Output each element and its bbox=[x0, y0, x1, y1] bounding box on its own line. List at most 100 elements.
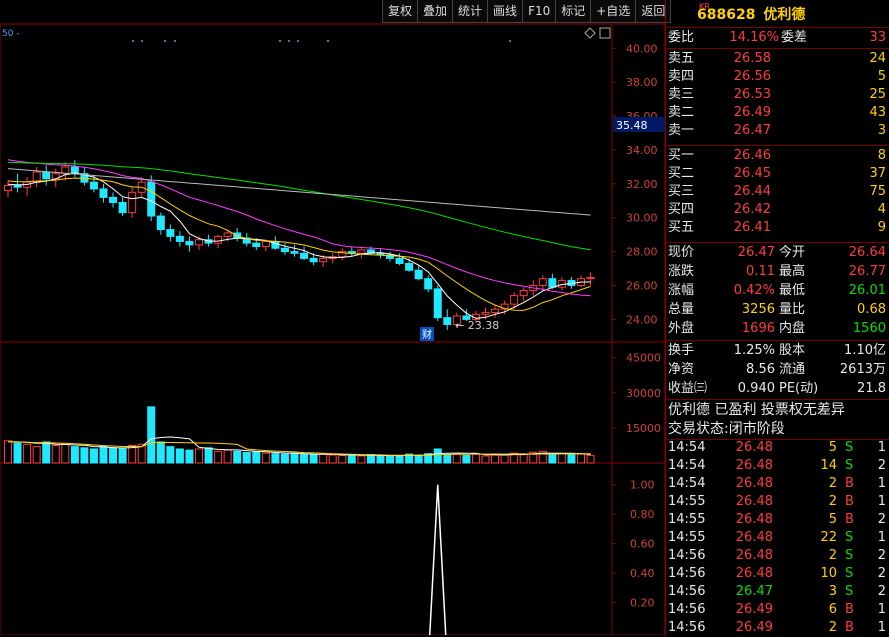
candle-51 bbox=[491, 308, 500, 314]
stats-label: 总量 bbox=[668, 302, 695, 317]
buy-row-2: 买三 26.44 75 bbox=[665, 183, 889, 201]
diamond-icon[interactable] bbox=[584, 27, 596, 39]
tick-row-5: 14:55 26.48 22 S 1 bbox=[665, 529, 889, 547]
tick-count: 1 bbox=[877, 440, 886, 455]
candle-19 bbox=[185, 240, 194, 246]
tick-volume: 22 bbox=[820, 530, 837, 545]
tick-time: 14:56 bbox=[668, 566, 706, 581]
sell-volume: 5 bbox=[877, 69, 886, 84]
candle-1 bbox=[13, 185, 22, 188]
volume-bar-15 bbox=[147, 406, 156, 464]
sell-row-1: 卖四 26.56 5 bbox=[665, 68, 889, 86]
candle-31 bbox=[300, 252, 309, 259]
sep-buy bbox=[665, 242, 889, 243]
volume-bar-12 bbox=[118, 448, 127, 464]
toolbar-button-5[interactable]: 标记 bbox=[555, 0, 592, 23]
stats-value: 0.11 bbox=[746, 264, 775, 279]
tick-row-0: 14:54 26.48 5 S 1 bbox=[665, 439, 889, 457]
top-marker-0 bbox=[132, 40, 134, 42]
candle-13 bbox=[128, 191, 137, 214]
tick-volume: 14 bbox=[820, 458, 837, 473]
buy-label: 买一 bbox=[668, 148, 695, 163]
candle-0 bbox=[4, 185, 12, 192]
indicator-spike-line bbox=[429, 484, 447, 635]
volume-bar-22 bbox=[214, 450, 223, 464]
price-tick-label-5: 30.00 bbox=[626, 212, 658, 225]
candle-22 bbox=[214, 235, 223, 244]
tick-volume: 10 bbox=[820, 566, 837, 581]
toolbar-button-4[interactable]: F10 bbox=[522, 0, 557, 23]
tick-price: 26.48 bbox=[735, 512, 773, 527]
volume-bar-29 bbox=[280, 453, 289, 464]
stats-label-2: 内盘 bbox=[779, 321, 806, 336]
tick-side: S bbox=[845, 548, 854, 563]
candle-27 bbox=[261, 240, 270, 248]
candle-54 bbox=[519, 290, 528, 297]
volume-bar-37 bbox=[357, 455, 366, 464]
volume-tick-label-2: 15000 bbox=[626, 422, 661, 435]
ma10-line bbox=[7, 177, 591, 311]
volume-bar-27 bbox=[261, 452, 270, 464]
candle-9 bbox=[89, 181, 98, 190]
maximize-icon[interactable] bbox=[599, 27, 611, 39]
panel-left-border bbox=[665, 0, 666, 635]
volume-bar-18 bbox=[175, 448, 184, 464]
tick-count: 2 bbox=[877, 548, 886, 563]
weicha-value: 33 bbox=[869, 30, 886, 45]
candle-18 bbox=[175, 235, 184, 242]
tick-count: 1 bbox=[877, 620, 886, 635]
price-tick-label-1: 38.00 bbox=[626, 76, 658, 89]
volume-bar-61 bbox=[586, 454, 595, 464]
candle-30 bbox=[290, 251, 299, 254]
sell-row-0: 卖五 26.58 24 bbox=[665, 50, 889, 68]
candle-43 bbox=[414, 269, 423, 280]
tick-side: B bbox=[845, 512, 854, 527]
candle-50 bbox=[481, 312, 490, 315]
candle-26 bbox=[252, 242, 261, 248]
indicator-tick-label-1: 0.80 bbox=[630, 508, 655, 521]
tick-side: S bbox=[845, 566, 854, 581]
current-price-tag: 35.48 bbox=[616, 119, 648, 132]
toolbar-button-6[interactable]: +自选 bbox=[590, 0, 637, 23]
toolbar-button-2[interactable]: 统计 bbox=[452, 0, 489, 23]
volume-bar-59 bbox=[567, 454, 576, 464]
candle-33 bbox=[319, 257, 328, 263]
toolbar-button-0[interactable]: 复权 bbox=[382, 0, 419, 23]
stats-value: 1696 bbox=[741, 321, 775, 336]
tick-volume: 2 bbox=[828, 494, 837, 509]
tick-row-8: 14:56 26.47 3 S 2 bbox=[665, 583, 889, 601]
candle-4 bbox=[42, 171, 51, 180]
buy-row-0: 买一 26.46 8 bbox=[665, 147, 889, 165]
volume-bar-31 bbox=[300, 454, 309, 464]
tick-volume: 2 bbox=[828, 620, 837, 635]
quote-panel: KR 688628 优利德 委比 14.16% 委差 33 卖五 26.58 24 卖四 26.… bbox=[665, 0, 889, 635]
fund-value: 0.940 bbox=[737, 381, 775, 396]
trade-status: 交易状态:闭市阶段 bbox=[668, 421, 785, 437]
stats-row-1: 涨跌 0.11 最高 26.77 bbox=[665, 263, 889, 281]
stats-label: 现价 bbox=[668, 245, 695, 260]
fund-label-2: 股本 bbox=[779, 343, 806, 358]
stats-label: 涨幅 bbox=[668, 283, 695, 298]
sell-label: 卖三 bbox=[668, 87, 695, 102]
ma120-line bbox=[7, 168, 591, 216]
toolbar-button-1[interactable]: 叠加 bbox=[417, 0, 454, 23]
fundamentals-row-0: 换手 1.25% 股本 1.10亿 bbox=[665, 342, 889, 360]
tick-row-4: 14:55 26.48 5 B 2 bbox=[665, 511, 889, 529]
buy-volume: 37 bbox=[869, 166, 886, 181]
buy-row-1: 买二 26.45 37 bbox=[665, 165, 889, 183]
stats-value-2: 26.64 bbox=[848, 245, 886, 260]
tick-row-9: 14:56 26.49 6 B 1 bbox=[665, 601, 889, 619]
trade-status-row: 交易状态:闭市阶段 bbox=[665, 420, 889, 438]
tick-time: 14:56 bbox=[668, 584, 706, 599]
candle-20 bbox=[195, 239, 203, 246]
tick-count: 1 bbox=[877, 476, 886, 491]
tick-time: 14:54 bbox=[668, 476, 706, 491]
ma5-line bbox=[7, 172, 591, 319]
volume-bar-5 bbox=[51, 444, 60, 464]
tick-time: 14:56 bbox=[668, 602, 706, 617]
toolbar-button-3[interactable]: 画线 bbox=[487, 0, 524, 23]
kline-chart-area[interactable]: 50 -40.0038.0036.0034.0032.0030.0028.002… bbox=[0, 0, 665, 635]
tick-row-3: 14:55 26.48 2 B 1 bbox=[665, 493, 889, 511]
volume-bar-60 bbox=[577, 453, 585, 464]
sell-price: 26.58 bbox=[733, 51, 771, 66]
